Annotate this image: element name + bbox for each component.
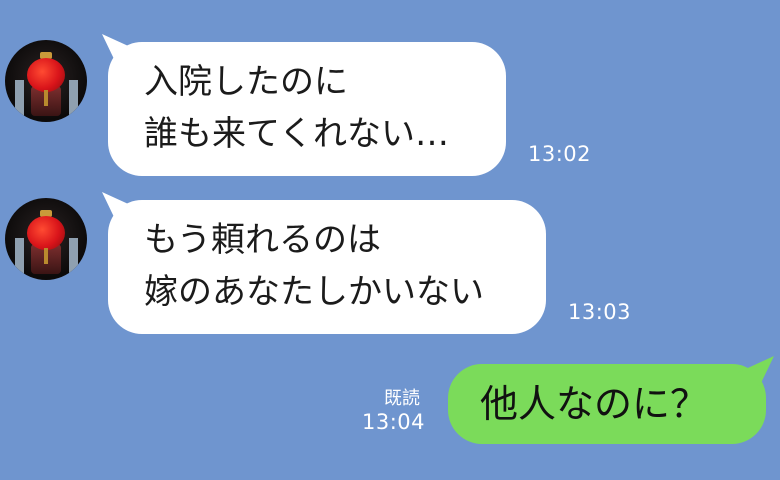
message-text: 他人なのに？: [480, 382, 709, 426]
avatar-post-left: [15, 238, 24, 280]
message-bubble-received[interactable]: 入院したのに 誰も来てくれない…: [108, 42, 506, 176]
avatar-post-left: [15, 80, 24, 122]
red-lantern-icon: [27, 216, 65, 250]
message-timestamp: 13:02: [528, 142, 592, 166]
lantern-tassel-icon: [44, 90, 48, 106]
avatar-post-right: [69, 238, 78, 280]
message-line: もう頼れるのは: [144, 220, 381, 260]
message-line: 誰も来てくれない…: [144, 114, 449, 154]
avatar-post-right: [69, 80, 78, 122]
message-line: 入院したのに: [144, 62, 348, 102]
lantern-tassel-icon: [44, 248, 48, 264]
red-lantern-icon: [27, 58, 65, 92]
message-timestamp: 13:03: [568, 300, 632, 324]
read-receipt: 既読: [384, 388, 420, 409]
message-line: 嫁のあなたしかいない: [144, 272, 484, 312]
sender-avatar[interactable]: [5, 198, 87, 280]
message-bubble-sent[interactable]: 他人なのに？: [448, 364, 766, 444]
sender-avatar[interactable]: [5, 40, 87, 122]
message-bubble-received[interactable]: もう頼れるのは 嫁のあなたしかいない: [108, 200, 546, 334]
message-timestamp: 13:04: [362, 410, 426, 434]
